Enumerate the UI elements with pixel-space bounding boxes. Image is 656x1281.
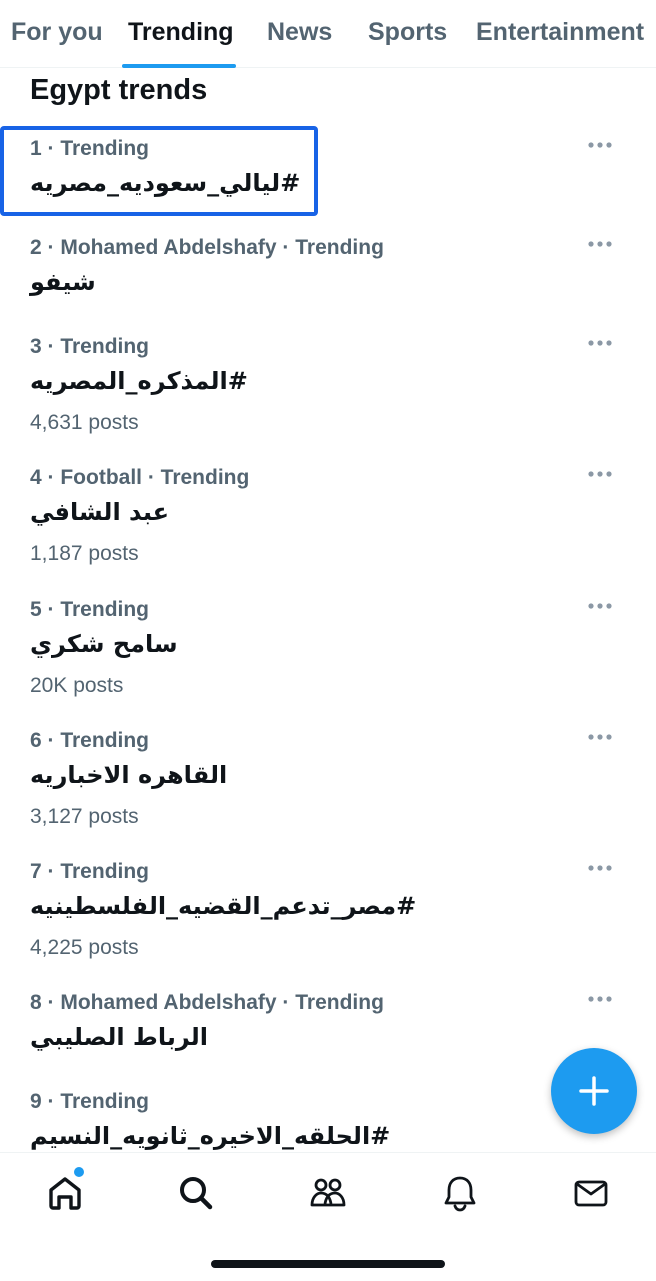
trend-name: #المذكره_المصريه [30, 367, 248, 395]
more-horizontal-icon[interactable] [586, 333, 614, 353]
more-horizontal-icon[interactable] [586, 989, 614, 1009]
trend-meta: 6 · Trending [30, 729, 150, 752]
trend-name: عبد الشافي [30, 498, 170, 526]
nav-explore-button[interactable] [176, 1173, 216, 1213]
trend-name: شيفو [30, 268, 96, 296]
trend-name: #الحلقه_الاخيره_ثانويه_النسيم [30, 1122, 391, 1150]
search-icon [180, 1177, 213, 1210]
notifications-icon [444, 1176, 476, 1212]
active-tab-indicator [122, 64, 236, 68]
trend-item-8[interactable]: 8 · Mohamed Abdelshafy · Trending الرباط… [0, 991, 656, 1071]
nav-notifications-button[interactable] [440, 1173, 480, 1213]
top-tab-bar: For you Trending News Sports Entertainme… [0, 0, 656, 68]
trend-name: القاهره الاخباريه [30, 761, 228, 789]
trend-post-count: 20K posts [30, 674, 124, 697]
nav-home-button[interactable] [45, 1173, 85, 1213]
more-horizontal-icon[interactable] [586, 858, 614, 878]
trend-meta: 4 · Football · Trending [30, 466, 250, 489]
trend-meta: 7 · Trending [30, 860, 150, 883]
trend-meta: 1 · Trending [30, 137, 150, 160]
plus-icon [579, 1076, 609, 1106]
trend-meta: 9 · Trending [30, 1090, 150, 1113]
trend-name: الرباط الصليبي [30, 1023, 209, 1051]
trend-item-3[interactable]: 3 · Trending #المذكره_المصريه 4,631 post… [0, 335, 656, 445]
messages-icon [574, 1180, 608, 1207]
home-indicator-bar [211, 1260, 445, 1268]
home-icon [49, 1177, 81, 1210]
compose-button[interactable] [551, 1048, 637, 1134]
trend-meta: 3 · Trending [30, 335, 150, 358]
tab-for-you[interactable]: For you [11, 18, 103, 47]
trend-name: #ليالي_سعوديه_مصريه [30, 169, 301, 197]
nav-communities-button[interactable] [308, 1173, 348, 1213]
more-horizontal-icon[interactable] [586, 464, 614, 484]
home-notification-dot [72, 1165, 86, 1179]
trend-post-count: 1,187 posts [30, 542, 139, 565]
trend-post-count: 3,127 posts [30, 805, 139, 828]
tab-trending[interactable]: Trending [128, 18, 234, 47]
tab-news[interactable]: News [267, 18, 332, 47]
trend-item-7[interactable]: 7 · Trending #مصر_تدعم_القضيه_الفلسطينيه… [0, 860, 656, 970]
trend-post-count: 4,225 posts [30, 936, 139, 959]
trend-meta: 8 · Mohamed Abdelshafy · Trending [30, 991, 384, 1014]
trend-meta: 2 · Mohamed Abdelshafy · Trending [30, 236, 384, 259]
trend-item-2[interactable]: 2 · Mohamed Abdelshafy · Trending شيفو [0, 236, 656, 316]
tab-sports[interactable]: Sports [368, 18, 447, 47]
more-horizontal-icon[interactable] [586, 135, 614, 155]
trend-meta: 5 · Trending [30, 598, 150, 621]
communities-icon [310, 1178, 346, 1207]
more-horizontal-icon[interactable] [586, 596, 614, 616]
page-title: Egypt trends [30, 74, 208, 106]
trend-item-1[interactable]: 1 · Trending #ليالي_سعوديه_مصريه [0, 137, 656, 217]
trend-item-4[interactable]: 4 · Football · Trending عبد الشافي 1,187… [0, 466, 656, 576]
trend-name: #مصر_تدعم_القضيه_الفلسطينيه [30, 892, 417, 920]
more-horizontal-icon[interactable] [586, 727, 614, 747]
more-horizontal-icon[interactable] [586, 234, 614, 254]
nav-messages-button[interactable] [571, 1173, 611, 1213]
trend-name: سامح شكري [30, 630, 178, 658]
trend-item-6[interactable]: 6 · Trending القاهره الاخباريه 3,127 pos… [0, 729, 656, 839]
trend-post-count: 4,631 posts [30, 411, 139, 434]
tab-entertainment[interactable]: Entertainment [476, 18, 644, 47]
trend-item-5[interactable]: 5 · Trending سامح شكري 20K posts [0, 598, 656, 708]
